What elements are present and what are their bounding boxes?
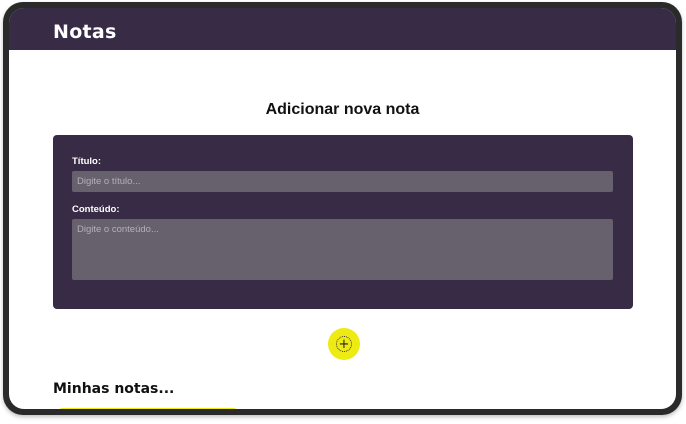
device-frame: Notas Adicionar nova nota Título: Conteú… bbox=[3, 2, 682, 415]
note-form: Título: Conteúdo: bbox=[53, 135, 633, 309]
content-input[interactable] bbox=[72, 219, 613, 280]
form-heading: Adicionar nova nota bbox=[265, 101, 420, 118]
title-input[interactable] bbox=[72, 171, 613, 192]
title-label: Título: bbox=[72, 156, 102, 167]
content-label: Conteúdo: bbox=[72, 204, 120, 215]
note-card[interactable] bbox=[55, 408, 241, 409]
app-header: Notas bbox=[9, 8, 676, 50]
add-note-button[interactable]: + bbox=[328, 328, 360, 360]
plus-circle-icon: + bbox=[336, 336, 352, 352]
app-screen: Notas Adicionar nova nota Título: Conteú… bbox=[9, 8, 676, 409]
app-title: Notas bbox=[53, 21, 117, 43]
notes-heading: Minhas notas... bbox=[53, 381, 175, 397]
